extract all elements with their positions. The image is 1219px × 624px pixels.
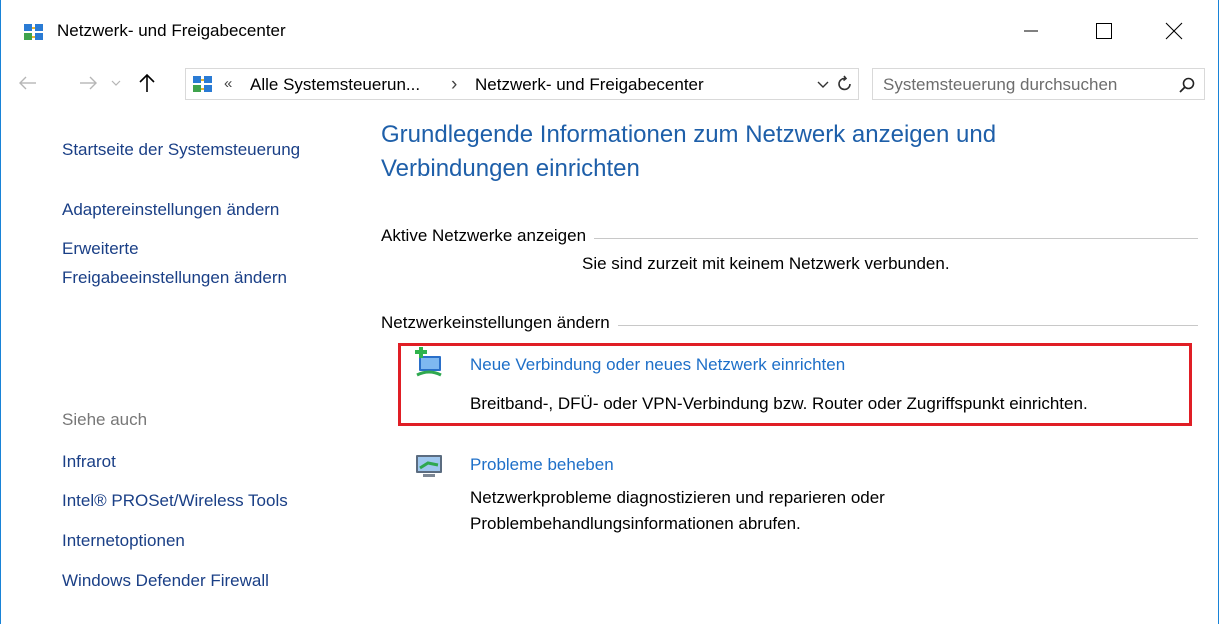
network-center-icon: [193, 76, 212, 92]
see-also-intel-proset[interactable]: Intel® PROSet/Wireless Tools: [62, 487, 288, 514]
sidebar-link-advanced-sharing-line1[interactable]: Erweiterte: [62, 235, 139, 262]
change-settings-heading: Netzwerkeinstellungen ändern: [381, 313, 618, 333]
new-connection-description: Breitband-, DFÜ- oder VPN-Verbindung bzw…: [470, 394, 1088, 413]
page-title-line2: Verbindungen einrichten: [381, 155, 640, 182]
breadcrumb-control-panel[interactable]: Alle Systemsteuerun...: [250, 75, 420, 95]
troubleshoot-description: Netzwerkprobleme diagnostizieren und rep…: [470, 485, 885, 537]
see-also-heading: Siehe auch: [62, 410, 148, 429]
breadcrumb-separator[interactable]: ›: [451, 74, 457, 96]
minimize-icon: [1024, 30, 1038, 32]
see-also-defender-firewall[interactable]: Windows Defender Firewall: [62, 567, 269, 594]
troubleshoot-description-line2: Problembehandlungsinformationen abrufen.: [470, 514, 801, 533]
page-title-line1: Grundlegende Informationen zum Netzwerk …: [381, 121, 997, 148]
arrow-up-icon: [139, 73, 155, 92]
chevron-down-icon[interactable]: [816, 76, 830, 92]
see-also-internet-options[interactable]: Internetoptionen: [62, 527, 185, 554]
recent-locations-button[interactable]: [108, 70, 124, 96]
address-overflow-chevron[interactable]: «: [224, 75, 232, 92]
maximize-button[interactable]: [1081, 10, 1127, 52]
troubleshoot-icon[interactable]: [413, 449, 445, 481]
troubleshoot-link[interactable]: Probleme beheben: [470, 455, 614, 475]
no-network-status: Sie sind zurzeit mit keinem Netzwerk ver…: [582, 254, 950, 273]
sidebar-link-control-panel-home[interactable]: Startseite der Systemsteuerung: [62, 136, 300, 163]
close-button[interactable]: [1151, 10, 1197, 52]
close-icon: [1165, 22, 1183, 40]
up-button[interactable]: [134, 70, 160, 96]
breadcrumb-network-center[interactable]: Netzwerk- und Freigabecenter: [475, 75, 704, 95]
network-sharing-center-window: Netzwerk- und Freigabecenter « Alle Syst…: [0, 0, 1219, 624]
search-placeholder: Systemsteuerung durchsuchen: [883, 75, 1118, 94]
refresh-icon[interactable]: [836, 75, 854, 93]
active-networks-section: Aktive Netzwerke anzeigen: [381, 226, 1198, 250]
navigation-bar: « Alle Systemsteuerun... › Netzwerk- und…: [1, 62, 1218, 104]
sidebar-link-advanced-sharing-line2[interactable]: Freigabeeinstellungen ändern: [62, 264, 287, 291]
maximize-icon: [1096, 23, 1112, 39]
search-icon[interactable]: [1178, 76, 1196, 94]
arrow-left-icon: [19, 76, 36, 90]
back-button[interactable]: [15, 70, 41, 96]
window-title: Netzwerk- und Freigabecenter: [57, 21, 286, 40]
chevron-down-icon: [111, 80, 121, 86]
minimize-button[interactable]: [1008, 10, 1054, 52]
troubleshoot-description-line1: Netzwerkprobleme diagnostizieren und rep…: [470, 488, 885, 507]
change-settings-section: Netzwerkeinstellungen ändern: [381, 313, 1198, 337]
new-connection-icon[interactable]: [413, 347, 445, 379]
title-bar: Netzwerk- und Freigabecenter: [1, 0, 1218, 62]
arrow-right-icon: [80, 76, 97, 90]
sidebar-link-adapter-settings[interactable]: Adaptereinstellungen ändern: [62, 196, 279, 223]
page-title: Grundlegende Informationen zum Netzwerk …: [381, 118, 1141, 186]
network-center-icon: [24, 24, 43, 40]
search-input[interactable]: Systemsteuerung durchsuchen: [872, 68, 1205, 100]
see-also-infrared[interactable]: Infrarot: [62, 448, 116, 475]
forward-button[interactable]: [75, 70, 101, 96]
address-bar[interactable]: « Alle Systemsteuerun... › Netzwerk- und…: [185, 68, 859, 100]
new-connection-link[interactable]: Neue Verbindung oder neues Netzwerk einr…: [470, 355, 845, 375]
active-networks-heading: Aktive Netzwerke anzeigen: [381, 226, 595, 246]
